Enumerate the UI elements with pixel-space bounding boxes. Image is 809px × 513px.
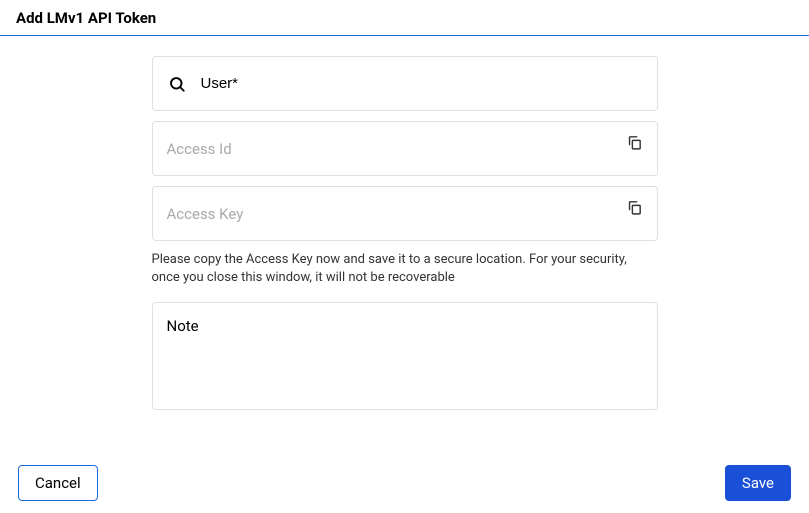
access-key-helper-text: Please copy the Access Key now and save … [152, 251, 658, 286]
access-id-label: Access Id [167, 140, 232, 158]
dialog-footer: Cancel Save [0, 453, 809, 513]
copy-icon[interactable] [625, 132, 645, 152]
token-form: Access Id Access Key Please copy the Acc… [152, 56, 658, 420]
user-field[interactable] [152, 56, 658, 111]
save-button[interactable]: Save [725, 465, 791, 501]
note-field[interactable] [152, 302, 658, 410]
access-id-field: Access Id [152, 121, 658, 176]
access-key-label: Access Key [167, 205, 244, 223]
cancel-button[interactable]: Cancel [18, 465, 98, 501]
copy-icon[interactable] [625, 197, 645, 217]
dialog-title: Add LMv1 API Token [16, 9, 156, 27]
dialog-header: Add LMv1 API Token [0, 0, 809, 36]
search-icon [167, 74, 187, 94]
dialog-content: Access Id Access Key Please copy the Acc… [0, 36, 809, 420]
access-key-field: Access Key [152, 186, 658, 241]
note-textarea[interactable] [167, 317, 643, 395]
user-input[interactable] [201, 75, 643, 92]
